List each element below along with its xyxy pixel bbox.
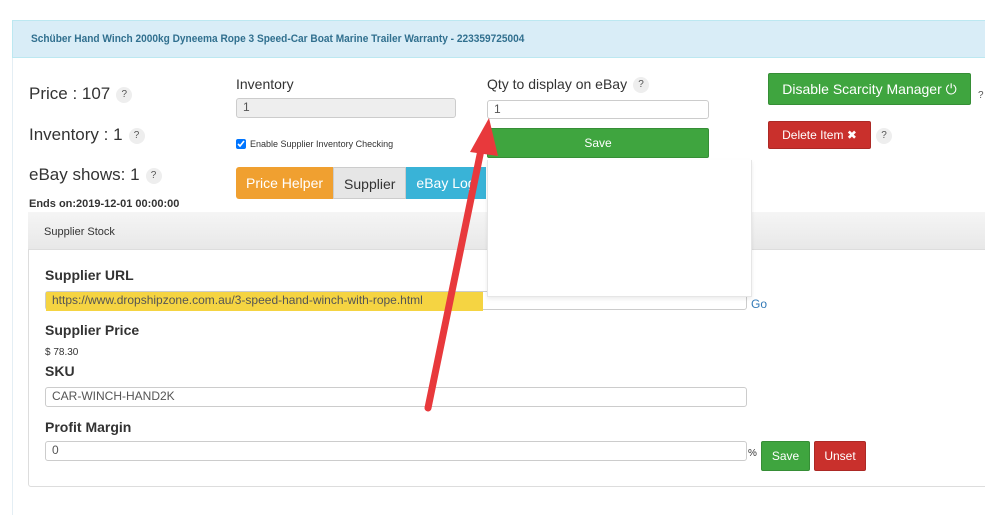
- arrow-shaft: [424, 146, 485, 412]
- annotation-arrow: [424, 118, 498, 412]
- arrow-head: [470, 118, 498, 156]
